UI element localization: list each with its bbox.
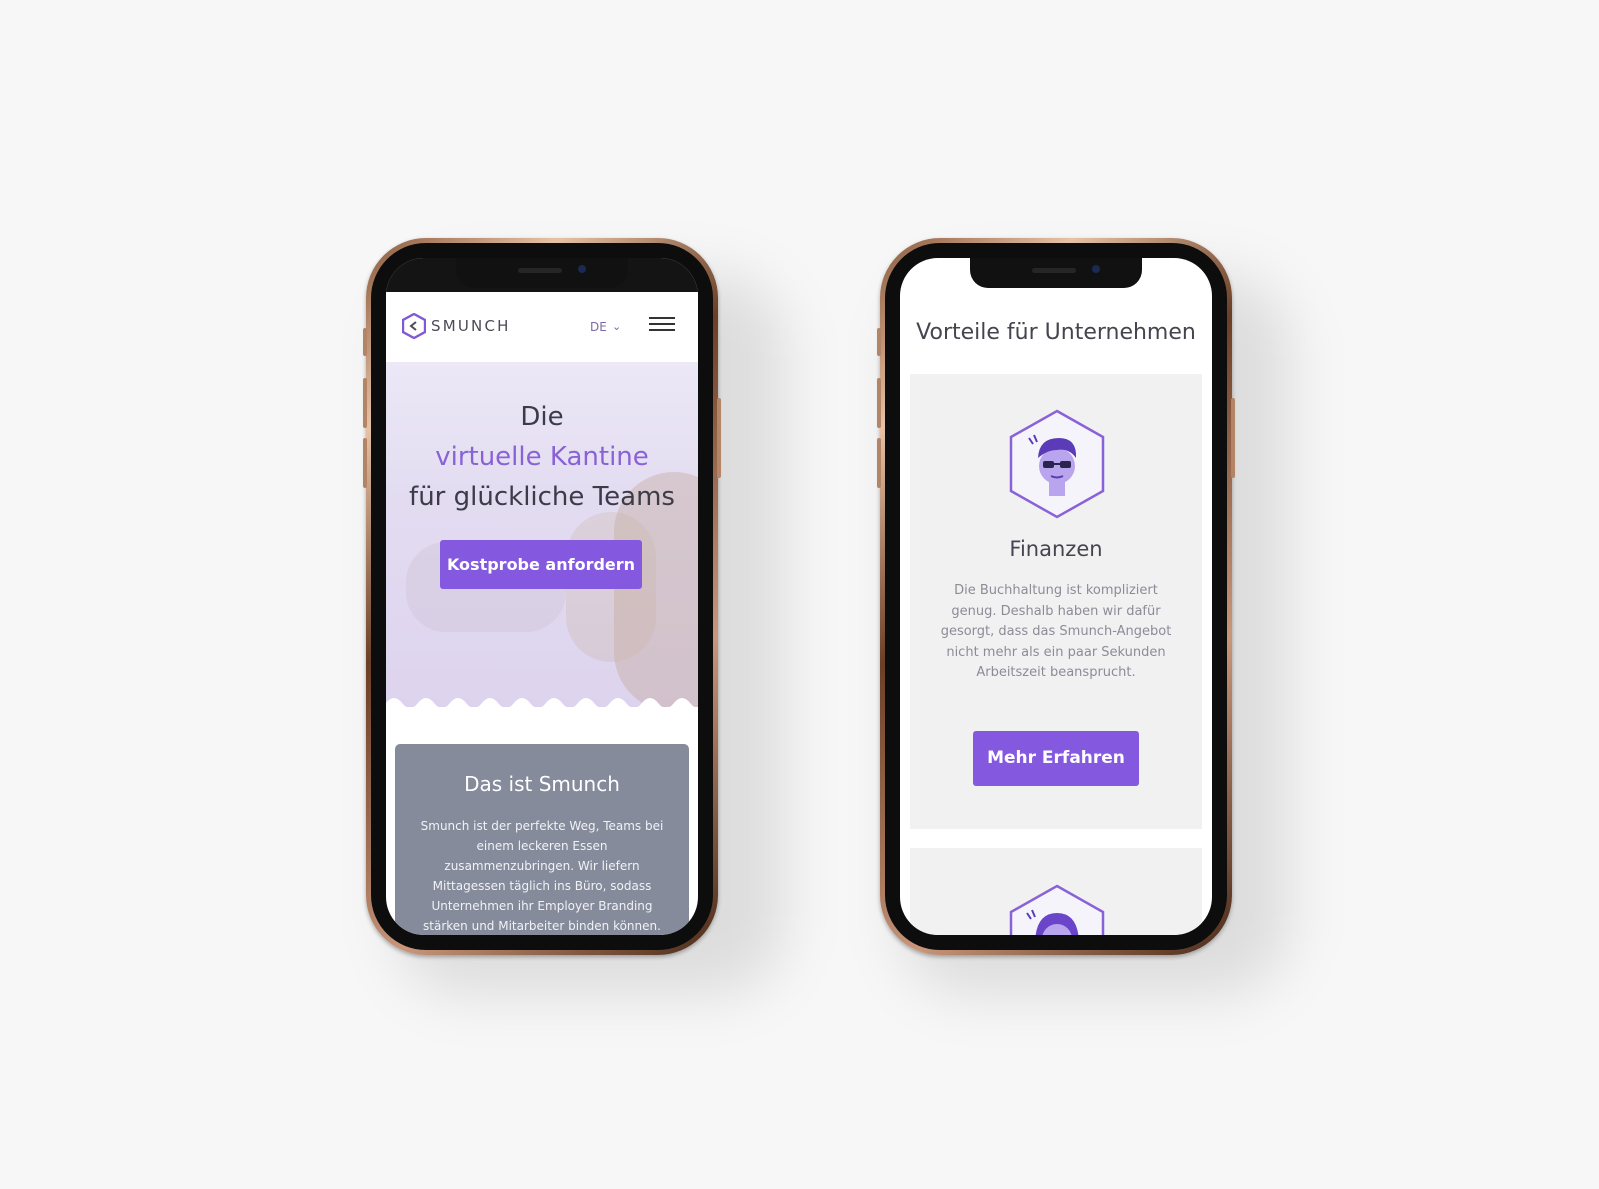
side-button: [363, 328, 367, 356]
cta-request-sample-button[interactable]: Kostprobe anfordern: [440, 540, 642, 589]
learn-more-button[interactable]: Mehr Erfahren: [973, 731, 1139, 786]
about-text: Smunch ist der perfekte Weg, Teams bei e…: [420, 819, 664, 933]
finance-person-icon: [1009, 409, 1105, 519]
notch: [456, 258, 628, 288]
speaker: [518, 268, 562, 273]
power-button: [1231, 398, 1235, 478]
woman-avatar-icon: [1009, 884, 1105, 935]
phone-right: Vorteile für Unternehmen Finanzen Die Bu…: [877, 238, 1235, 955]
about-card: Das ist Smunch Smunch ist der perfekte W…: [395, 744, 689, 935]
hero-section: Die virtuelle Kantine für glückliche Tea…: [386, 362, 698, 707]
hero-title-line-3: für glückliche Teams: [409, 482, 675, 512]
volume-up-button: [363, 378, 367, 428]
section-title: Vorteile für Unternehmen: [916, 320, 1196, 345]
hamburger-icon[interactable]: [649, 317, 675, 333]
hero-title-line-1: Die: [520, 402, 564, 432]
camera: [578, 265, 586, 273]
volume-down-button: [363, 438, 367, 488]
feature-card-finanzen: Finanzen Die Buchhaltung ist kompliziert…: [910, 374, 1202, 829]
feature-description: Die Buchhaltung ist kompliziert genug. D…: [940, 583, 1172, 680]
side-button: [877, 328, 881, 356]
logo-text[interactable]: SMUNCH: [431, 317, 511, 335]
smunch-logo-icon[interactable]: [402, 313, 426, 339]
language-selector[interactable]: DE: [590, 320, 607, 334]
screen-right[interactable]: Vorteile für Unternehmen Finanzen Die Bu…: [900, 258, 1212, 935]
phone-left: SMUNCH DE ⌄ Die virtuelle Kantine für gl…: [363, 238, 721, 955]
power-button: [717, 398, 721, 478]
camera: [1092, 265, 1100, 273]
volume-up-button: [877, 378, 881, 428]
navbar: SMUNCH DE ⌄: [386, 292, 698, 363]
chevron-down-icon[interactable]: ⌄: [612, 320, 621, 333]
screen-left[interactable]: SMUNCH DE ⌄ Die virtuelle Kantine für gl…: [386, 258, 698, 935]
wave-divider: [386, 698, 695, 707]
speaker: [1032, 268, 1076, 273]
hero-title-line-2: virtuelle Kantine: [435, 442, 649, 472]
about-title: Das ist Smunch: [464, 772, 620, 796]
notch: [970, 258, 1142, 288]
volume-down-button: [877, 438, 881, 488]
feature-title: Finanzen: [1009, 537, 1103, 561]
feature-card-next: [910, 848, 1202, 935]
